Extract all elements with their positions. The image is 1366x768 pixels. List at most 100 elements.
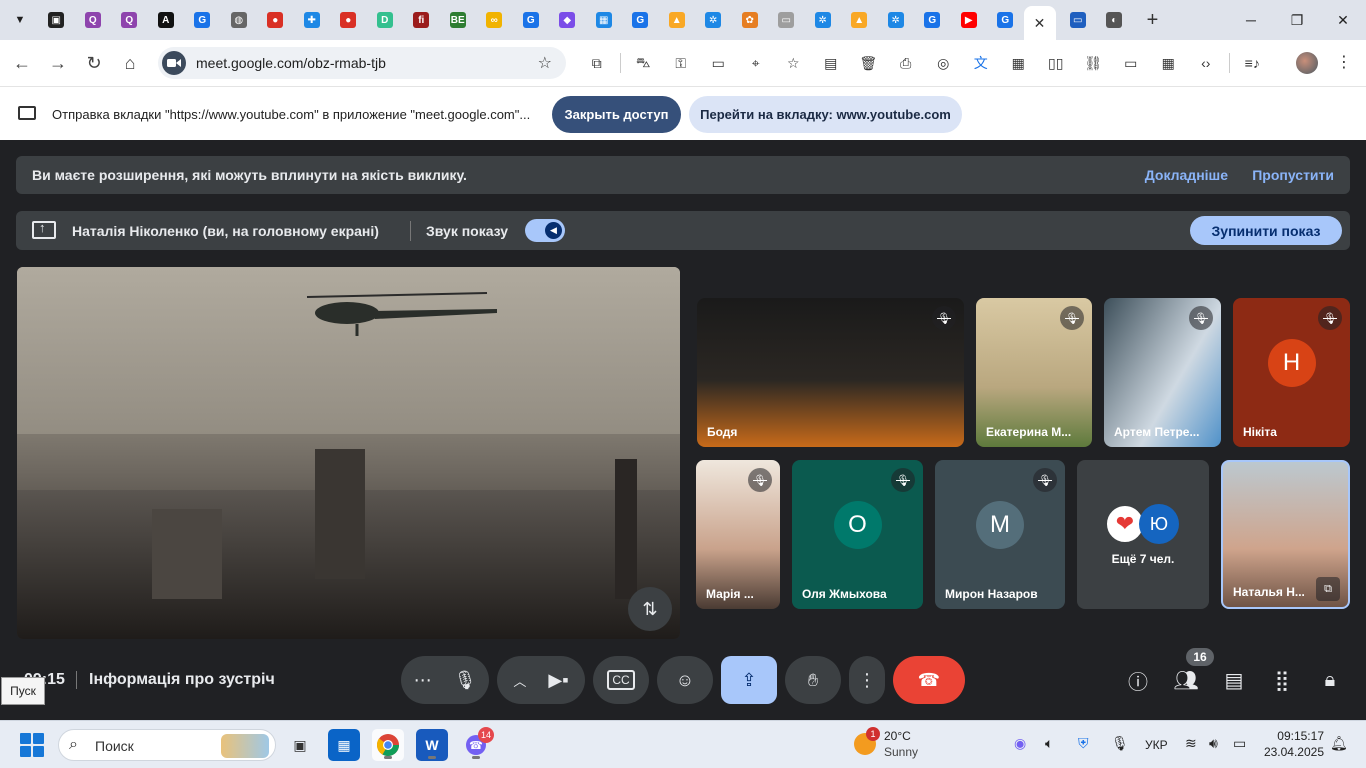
- reload-button[interactable]: ↻: [76, 45, 112, 81]
- participant-tile[interactable]: 🎙︎ Екатерина М...: [976, 298, 1092, 447]
- goto-tab-button[interactable]: Перейти на вкладку: www.youtube.com: [689, 96, 962, 133]
- browser-tab[interactable]: ▦: [586, 4, 623, 36]
- chevron-up-icon[interactable]: ︿: [513, 671, 526, 690]
- key-icon[interactable]: ⚿: [662, 48, 700, 78]
- microphone-tray-icon[interactable]: 🎙︎: [1111, 735, 1129, 752]
- minimize-button[interactable]: ─: [1228, 0, 1274, 40]
- close-window-button[interactable]: ✕: [1320, 0, 1366, 40]
- captions-button[interactable]: CC: [593, 656, 649, 704]
- browser-tab[interactable]: G: [914, 4, 951, 36]
- microphone-icon[interactable]: 🎙︎: [454, 670, 477, 691]
- input-language[interactable]: УКР: [1145, 738, 1168, 752]
- browser-tab[interactable]: D: [367, 4, 404, 36]
- print-icon[interactable]: ⎙: [887, 48, 925, 78]
- bookmark-star-icon[interactable]: ☆: [538, 53, 552, 73]
- word-icon[interactable]: W: [416, 729, 448, 761]
- browser-tab[interactable]: ▶: [951, 4, 988, 36]
- battery-icon[interactable]: ▭: [1233, 735, 1246, 752]
- store-icon[interactable]: ▦: [328, 729, 360, 761]
- participant-tile[interactable]: О 🎙︎ Оля Жмыхова: [792, 460, 923, 609]
- browser-tab[interactable]: ✲: [695, 4, 732, 36]
- browser-tab[interactable]: ▲: [659, 4, 696, 36]
- browser-tab[interactable]: Q: [75, 4, 112, 36]
- new-tab-button[interactable]: +: [1139, 6, 1167, 34]
- browser-tab[interactable]: ●: [257, 4, 294, 36]
- share-sound-toggle[interactable]: ◀: [525, 219, 565, 242]
- participant-tile[interactable]: М 🎙︎ Мирон Назаров: [935, 460, 1065, 609]
- presentation-video[interactable]: ⇅: [17, 267, 680, 639]
- stop-presenting-button[interactable]: Зупинити показ: [1190, 216, 1342, 245]
- more-audio-options-icon[interactable]: ⋯: [414, 670, 432, 691]
- extensions-puzzle-icon[interactable]: ⧉: [578, 48, 616, 78]
- car-icon[interactable]: ⛍: [625, 48, 663, 78]
- security-tray-icon[interactable]: ⛨: [1078, 735, 1089, 752]
- raise-hand-button[interactable]: ✋︎: [785, 656, 841, 704]
- close-access-button[interactable]: Закрыть доступ: [552, 96, 681, 133]
- browser-tab[interactable]: G: [622, 4, 659, 36]
- tab-active-meet[interactable]: ✕: [1023, 6, 1056, 40]
- windows-start-icon[interactable]: [20, 733, 44, 757]
- browser-tab[interactable]: ∞: [476, 4, 513, 36]
- cast-icon[interactable]: ▭: [1112, 48, 1150, 78]
- site-info-icon[interactable]: [162, 51, 186, 75]
- host-controls-icon[interactable]: 🔒︎: [1315, 665, 1345, 695]
- skip-link[interactable]: Пропустити: [1252, 167, 1334, 183]
- profile-avatar[interactable]: [1296, 52, 1318, 74]
- notifications-bell-icon[interactable]: 🔔︎: [1330, 735, 1348, 752]
- people-icon[interactable]: 👥︎: [1171, 665, 1201, 695]
- reactions-button[interactable]: ☺: [657, 656, 713, 704]
- speaker-icon[interactable]: 🔊︎: [1209, 735, 1218, 752]
- browser-tab[interactable]: ✲: [878, 4, 915, 36]
- participant-tile[interactable]: 🎙︎ Марія ...: [696, 460, 780, 609]
- task-view-icon[interactable]: ▣: [284, 729, 316, 761]
- browser-tab[interactable]: G: [987, 4, 1024, 36]
- chat-icon[interactable]: ▤: [1219, 665, 1249, 695]
- browser-tab[interactable]: ◐: [1096, 4, 1133, 36]
- taskbar-search[interactable]: ⌕ Поиск: [58, 729, 276, 761]
- chrome-icon[interactable]: [372, 729, 404, 761]
- translate-icon[interactable]: 文: [962, 48, 1000, 78]
- browser-tab[interactable]: G: [513, 4, 550, 36]
- participant-tile[interactable]: 🎙︎ Бодя: [697, 298, 964, 447]
- volume-tray-icon[interactable]: 🔈︎: [1045, 735, 1053, 752]
- location-pin-icon[interactable]: ⌖: [737, 48, 775, 78]
- reading-mode-icon[interactable]: ▯▯: [1037, 48, 1075, 78]
- media-control-icon[interactable]: ≡♪: [1234, 48, 1272, 78]
- learn-more-link[interactable]: Докладніше: [1145, 167, 1228, 183]
- camera-icon[interactable]: ▶▪: [548, 670, 568, 691]
- participant-tile[interactable]: 🎙︎ Артем Петре...: [1104, 298, 1221, 447]
- clock-time[interactable]: 09:15:17: [1268, 729, 1324, 743]
- link-icon[interactable]: ⛓: [1075, 48, 1113, 78]
- address-bar[interactable]: meet.google.com/obz-rmab-tjb ☆: [158, 47, 566, 79]
- swap-layout-icon[interactable]: ⇅: [628, 587, 672, 631]
- code-icon[interactable]: ‹›: [1187, 48, 1225, 78]
- browser-tab[interactable]: ✚: [294, 4, 331, 36]
- participant-tile[interactable]: ⧉ Наталья Н...: [1221, 460, 1350, 609]
- browser-tab[interactable]: ▣: [38, 4, 75, 36]
- home-button[interactable]: ⌂: [112, 45, 148, 81]
- trash-icon[interactable]: 🗑︎: [850, 48, 888, 78]
- browser-tab[interactable]: ▭: [768, 4, 805, 36]
- browser-tab[interactable]: A: [148, 4, 185, 36]
- browser-tab[interactable]: G: [184, 4, 221, 36]
- screenshot-icon[interactable]: ◎: [925, 48, 963, 78]
- close-tab-icon[interactable]: ✕: [1034, 15, 1046, 32]
- browser-tab[interactable]: ◆: [549, 4, 586, 36]
- browser-tab[interactable]: fi: [403, 4, 440, 36]
- browser-tab[interactable]: ◍: [221, 4, 258, 36]
- card-icon[interactable]: ▭: [700, 48, 738, 78]
- wifi-icon[interactable]: ≋: [1185, 735, 1197, 752]
- forward-button[interactable]: →: [40, 45, 76, 81]
- browser-tab[interactable]: Q: [111, 4, 148, 36]
- qr-code-icon[interactable]: ▦: [1000, 48, 1038, 78]
- table-icon[interactable]: ▦: [1150, 48, 1188, 78]
- meeting-info-link[interactable]: Інформація про зустріч: [76, 671, 275, 689]
- meeting-details-icon[interactable]: ⓘ: [1123, 665, 1153, 695]
- document-icon[interactable]: ▤: [812, 48, 850, 78]
- back-button[interactable]: ←: [4, 45, 40, 81]
- participant-tile[interactable]: Н 🎙︎ Нікіта: [1233, 298, 1350, 447]
- viber-tray-icon[interactable]: ◉: [1014, 735, 1026, 752]
- browser-tab[interactable]: ✿: [732, 4, 769, 36]
- activities-icon[interactable]: ⣿: [1267, 665, 1297, 695]
- present-button[interactable]: ⇪: [721, 656, 777, 704]
